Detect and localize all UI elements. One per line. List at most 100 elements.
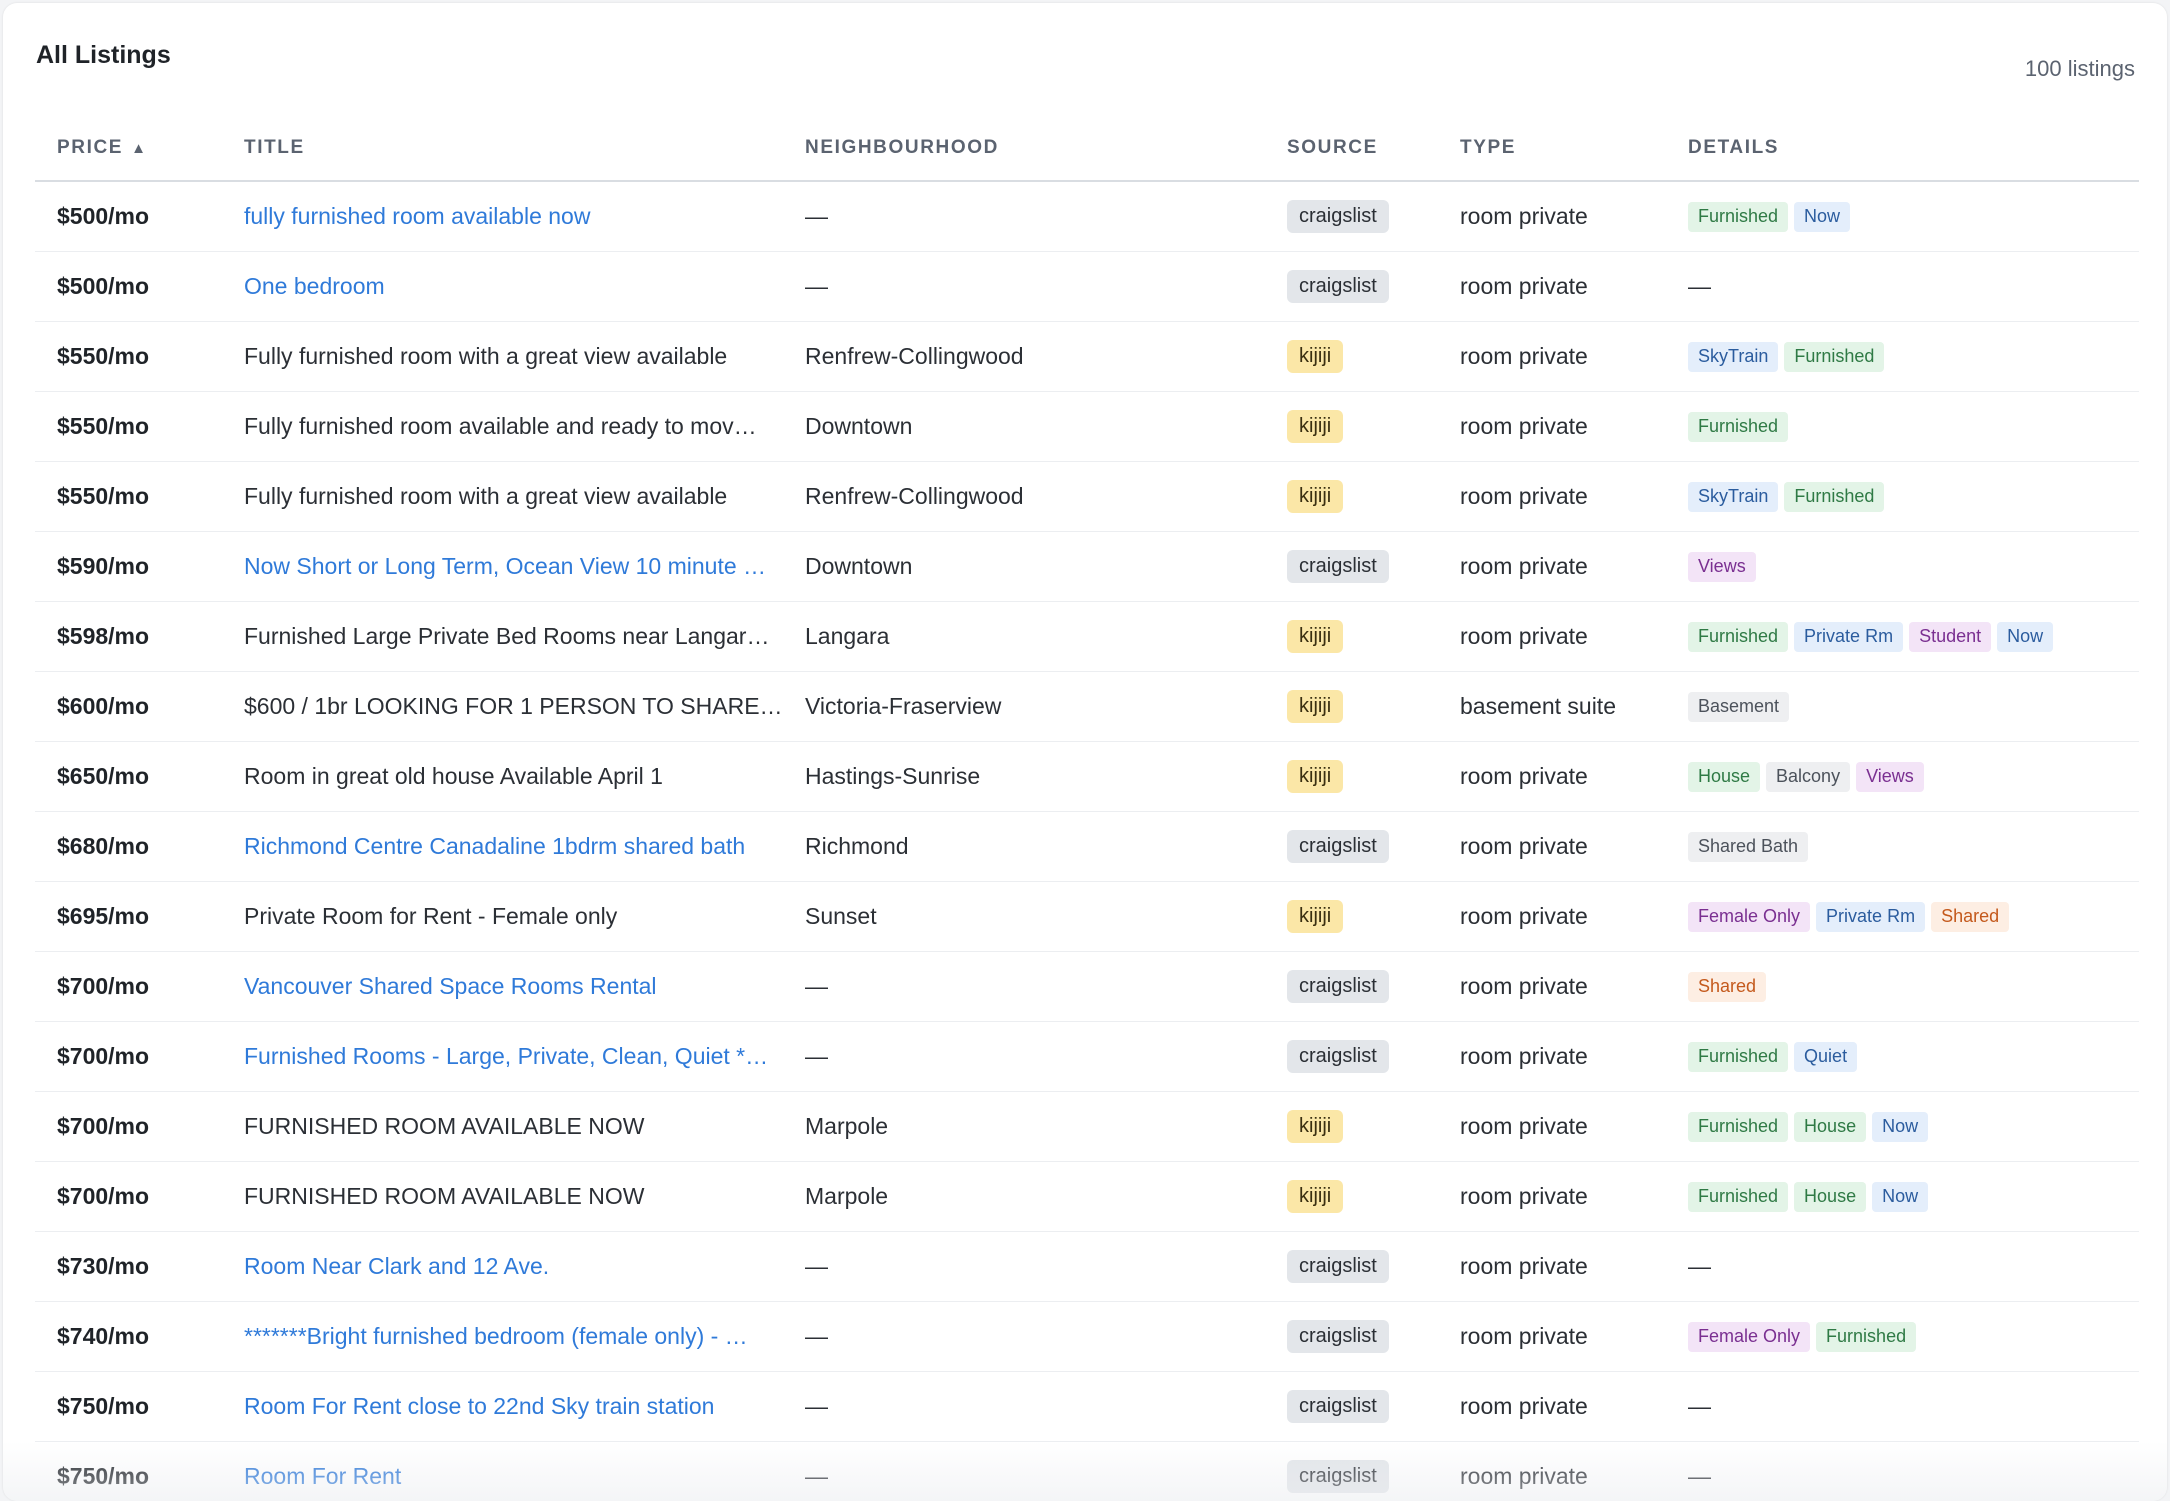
listing-title-link[interactable]: Room For Rent bbox=[244, 1463, 401, 1489]
no-details: — bbox=[1688, 1462, 1711, 1489]
detail-tag: Furnished bbox=[1688, 1111, 1789, 1142]
listing-neighbourhood: — bbox=[783, 1441, 1265, 1501]
column-header-details: DETAILS bbox=[1666, 116, 2139, 182]
listing-title-cell: Fully furnished room available and ready… bbox=[222, 391, 783, 462]
listing-price: $740/mo bbox=[35, 1301, 222, 1372]
detail-tag: Furnished bbox=[1784, 341, 1885, 372]
column-header-source[interactable]: SOURCE bbox=[1265, 116, 1438, 182]
detail-tag: House bbox=[1794, 1111, 1867, 1142]
detail-tag: Now bbox=[1794, 201, 1851, 232]
listing-type: room private bbox=[1438, 811, 1666, 882]
table-row[interactable]: $730/mo Room Near Clark and 12 Ave. — craig… bbox=[35, 1231, 2139, 1302]
listing-details-cell: — bbox=[1666, 1441, 2139, 1501]
table-row[interactable]: $550/mo Fully furnished room available an… bbox=[35, 391, 2139, 462]
listing-title-link[interactable]: Furnished Rooms - Large, Private, Clean,… bbox=[244, 1043, 768, 1069]
detail-tag: Furnished bbox=[1688, 1041, 1789, 1072]
table-row[interactable]: $600/mo $600 / 1br LOOKING FOR 1 PERSON T… bbox=[35, 671, 2139, 742]
listing-type: room private bbox=[1438, 741, 1666, 812]
table-row[interactable]: $700/mo FURNISHED ROOM AVAILABLE NOW Marpo… bbox=[35, 1091, 2139, 1162]
listing-source-cell: kijiji bbox=[1265, 881, 1438, 952]
table-row[interactable]: $680/mo Richmond Centre Canadaline 1bdrm … bbox=[35, 811, 2139, 882]
listing-title-link[interactable]: Vancouver Shared Space Rooms Rental bbox=[244, 973, 657, 999]
listing-title-link[interactable]: *******Bright furnished bedroom (female … bbox=[244, 1323, 748, 1349]
listing-price: $730/mo bbox=[35, 1231, 222, 1302]
table-row[interactable]: $740/mo *******Bright furnished bedroom (… bbox=[35, 1301, 2139, 1372]
listing-type: room private bbox=[1438, 461, 1666, 532]
listing-details-cell: — bbox=[1666, 251, 2139, 322]
listing-price: $600/mo bbox=[35, 671, 222, 742]
listing-source-cell: craigslist bbox=[1265, 811, 1438, 882]
listing-title-cell: Fully furnished room with a great view a… bbox=[222, 321, 783, 392]
listing-price: $650/mo bbox=[35, 741, 222, 812]
listing-source-cell: craigslist bbox=[1265, 1371, 1438, 1442]
listing-details-cell: — bbox=[1666, 1371, 2139, 1442]
source-badge: kijiji bbox=[1287, 899, 1344, 933]
column-header-neighbourhood[interactable]: NEIGHBOURHOOD bbox=[783, 116, 1265, 182]
listing-neighbourhood: Hastings-Sunrise bbox=[783, 741, 1265, 812]
table-row[interactable]: $700/mo Vancouver Shared Space Rooms Rent… bbox=[35, 951, 2139, 1022]
listing-title-link[interactable]: Room For Rent close to 22nd Sky train st… bbox=[244, 1393, 714, 1419]
listing-title-cell: Private Room for Rent - Female only bbox=[222, 881, 783, 952]
listing-title-cell: $600 / 1br LOOKING FOR 1 PERSON TO SHARE… bbox=[222, 671, 783, 742]
table-row[interactable]: $550/mo Fully furnished room with a great… bbox=[35, 461, 2139, 532]
listing-title-link[interactable]: fully furnished room available now bbox=[244, 203, 590, 229]
listing-type: room private bbox=[1438, 1441, 1666, 1501]
table-row[interactable]: $750/mo Room For Rent close to 22nd Sky t… bbox=[35, 1371, 2139, 1442]
listing-neighbourhood: — bbox=[783, 1231, 1265, 1302]
source-badge: kijiji bbox=[1287, 759, 1344, 793]
listing-price: $695/mo bbox=[35, 881, 222, 952]
page-title: All Listings bbox=[36, 41, 171, 69]
table-row[interactable]: $590/mo Now Short or Long Term, Ocean Vie… bbox=[35, 531, 2139, 602]
listing-title-cell: Richmond Centre Canadaline 1bdrm shared … bbox=[222, 811, 783, 882]
column-label-type: TYPE bbox=[1460, 137, 1517, 158]
listing-title-link[interactable]: Room Near Clark and 12 Ave. bbox=[244, 1253, 549, 1279]
table-row[interactable]: $650/mo Room in great old house Available… bbox=[35, 741, 2139, 812]
listing-price: $700/mo bbox=[35, 1021, 222, 1092]
listing-price: $550/mo bbox=[35, 391, 222, 462]
table-row[interactable]: $695/mo Private Room for Rent - Female on… bbox=[35, 881, 2139, 952]
source-badge: craigslist bbox=[1287, 969, 1389, 1003]
table-row[interactable]: $598/mo Furnished Large Private Bed Rooms… bbox=[35, 601, 2139, 672]
listing-source-cell: craigslist bbox=[1265, 181, 1438, 252]
column-header-title[interactable]: TITLE bbox=[222, 116, 783, 182]
no-details: — bbox=[1688, 272, 1711, 299]
table-row[interactable]: $700/mo FURNISHED ROOM AVAILABLE NOW Marpo… bbox=[35, 1161, 2139, 1232]
listing-title-link[interactable]: Richmond Centre Canadaline 1bdrm shared … bbox=[244, 833, 745, 859]
source-badge: craigslist bbox=[1287, 1389, 1389, 1423]
table-row[interactable]: $700/mo Furnished Rooms - Large, Private,… bbox=[35, 1021, 2139, 1092]
listing-details-cell: Views bbox=[1666, 531, 2139, 602]
listing-price: $750/mo bbox=[35, 1441, 222, 1501]
listing-type: room private bbox=[1438, 881, 1666, 952]
source-badge: kijiji bbox=[1287, 479, 1344, 513]
listing-neighbourhood: — bbox=[783, 251, 1265, 322]
listing-title-cell: Furnished Rooms - Large, Private, Clean,… bbox=[222, 1021, 783, 1092]
listing-source-cell: kijiji bbox=[1265, 601, 1438, 672]
table-row[interactable]: $500/mo fully furnished room available no… bbox=[35, 181, 2139, 252]
detail-tag: Balcony bbox=[1766, 761, 1851, 792]
listing-title-cell: *******Bright furnished bedroom (female … bbox=[222, 1301, 783, 1372]
sort-ascending-icon: ▲ bbox=[131, 140, 148, 157]
listing-type: room private bbox=[1438, 601, 1666, 672]
listing-details-cell: Female Only Furnished bbox=[1666, 1301, 2139, 1372]
listing-price: $598/mo bbox=[35, 601, 222, 672]
table-row[interactable]: $750/mo Room For Rent — craigslist room priv… bbox=[35, 1441, 2139, 1501]
detail-tag: Private Rm bbox=[1816, 901, 1926, 932]
listing-title-link[interactable]: Now Short or Long Term, Ocean View 10 mi… bbox=[244, 553, 766, 579]
table-row[interactable]: $500/mo One bedroom — craigslist room privat… bbox=[35, 251, 2139, 322]
listing-title-link[interactable]: One bedroom bbox=[244, 273, 385, 299]
listing-type: room private bbox=[1438, 951, 1666, 1022]
listing-price: $550/mo bbox=[35, 461, 222, 532]
table-row[interactable]: $550/mo Fully furnished room with a great… bbox=[35, 321, 2139, 392]
listing-source-cell: craigslist bbox=[1265, 1301, 1438, 1372]
column-header-type[interactable]: TYPE bbox=[1438, 116, 1666, 182]
listing-price: $500/mo bbox=[35, 251, 222, 322]
listing-title-cell: fully furnished room available now bbox=[222, 181, 783, 252]
detail-tag: Female Only bbox=[1688, 1321, 1811, 1352]
listing-price: $700/mo bbox=[35, 1091, 222, 1162]
column-header-price[interactable]: PRICE ▲ bbox=[35, 116, 222, 182]
detail-tag: Shared bbox=[1688, 971, 1767, 1002]
listing-details-cell: Female Only Private Rm Shared bbox=[1666, 881, 2139, 952]
listing-neighbourhood: Marpole bbox=[783, 1161, 1265, 1232]
listing-title-cell: Room in great old house Available April … bbox=[222, 741, 783, 812]
source-badge: craigslist bbox=[1287, 269, 1389, 303]
